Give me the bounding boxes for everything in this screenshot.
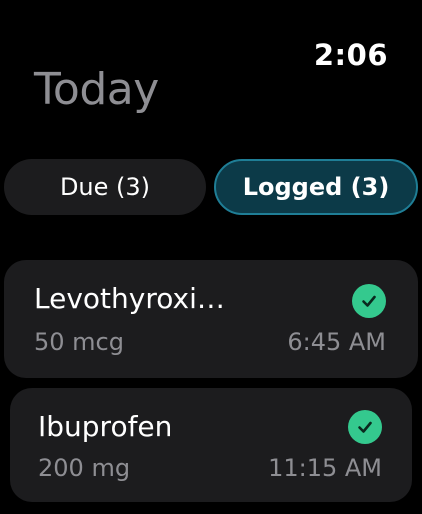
screen: 2:06 Today Due (3) Logged (3) Levothyrox… bbox=[0, 0, 422, 514]
medication-name: Ibuprofen bbox=[38, 410, 173, 443]
tab-due-label: Due (3) bbox=[59, 173, 151, 201]
checkmark-circle-icon bbox=[348, 410, 382, 444]
medication-dose: 200 mg bbox=[38, 454, 131, 482]
logged-medication-card[interactable]: Levothyroxi… 50 mcg 6:45 AM bbox=[4, 260, 418, 378]
checkmark-glyph bbox=[362, 295, 376, 307]
medication-time: 6:45 AM bbox=[287, 328, 386, 356]
status-time: 2:06 bbox=[313, 38, 388, 72]
logged-medication-card[interactable]: Ibuprofen 200 mg 11:15 AM bbox=[10, 388, 412, 502]
tab-logged[interactable]: Logged (3) bbox=[214, 159, 418, 215]
checkmark-circle-icon bbox=[352, 284, 386, 318]
medication-time: 11:15 AM bbox=[268, 454, 382, 482]
checkmark-glyph bbox=[358, 421, 372, 433]
page-title: Today bbox=[34, 64, 159, 115]
tab-logged-label: Logged (3) bbox=[242, 173, 390, 201]
tab-due[interactable]: Due (3) bbox=[4, 159, 206, 215]
medication-name: Levothyroxi… bbox=[34, 282, 225, 315]
medication-dose: 50 mcg bbox=[34, 328, 124, 356]
